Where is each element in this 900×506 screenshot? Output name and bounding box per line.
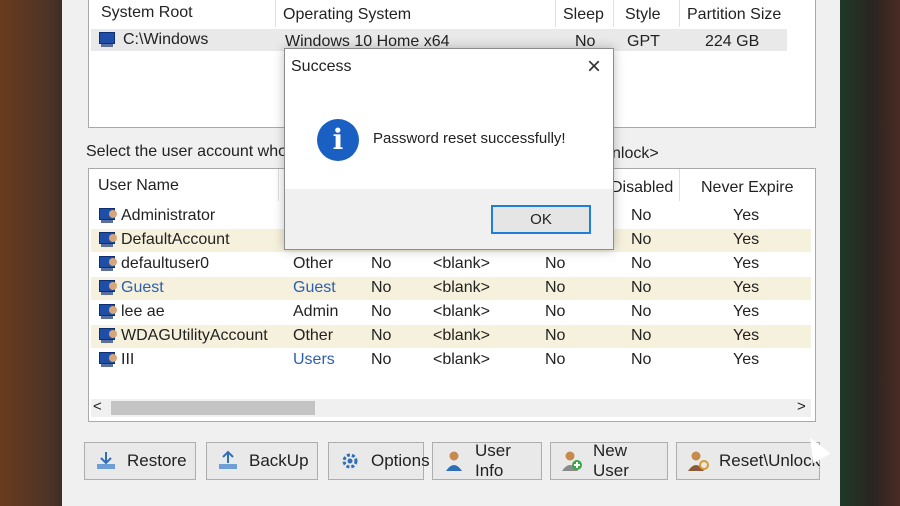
add-user-icon	[561, 450, 583, 472]
disabled-value: No	[631, 279, 652, 296]
disabled-value: No	[631, 303, 652, 320]
style-value: GPT	[627, 33, 660, 50]
gear-icon	[339, 450, 361, 472]
header-disabled[interactable]: Disabled	[611, 179, 673, 197]
new-user-label: New User	[593, 441, 629, 480]
col4-value: <blank>	[433, 303, 490, 320]
user-icon	[99, 327, 119, 345]
user-name: III	[121, 351, 135, 368]
user-info-icon	[443, 450, 465, 472]
user-name: Guest	[121, 279, 164, 296]
user-icon	[99, 279, 119, 297]
user-info-label: User Info	[475, 441, 511, 480]
disabled-value: No	[631, 255, 652, 272]
col3-value: No	[371, 303, 392, 320]
windows-icon	[99, 31, 119, 49]
user-name: WDAGUtilityAccount	[121, 327, 268, 344]
col3-value: No	[371, 351, 392, 368]
account-type: Admin	[293, 303, 339, 320]
user-name: defaultuser0	[121, 255, 210, 272]
header-operating-system[interactable]: Operating System	[283, 6, 411, 24]
never-expire-value: Yes	[733, 303, 760, 320]
col5-value: No	[545, 303, 566, 320]
col3-value: No	[371, 279, 392, 296]
col4-value: <blank>	[433, 327, 490, 344]
success-dialog: Success × i Password reset successfully!…	[284, 48, 614, 250]
col4-value: <blank>	[433, 255, 490, 272]
table-row[interactable]: defaultuser0 Other No <blank> No No Yes	[91, 253, 811, 276]
never-expire-value: Yes	[733, 207, 760, 224]
system-root-value: C:\Windows	[123, 31, 209, 48]
account-type: Other	[293, 255, 334, 272]
options-label: Options	[371, 451, 430, 470]
disabled-value: No	[631, 351, 652, 368]
restore-button[interactable]: Restore	[84, 442, 196, 480]
account-type: Users	[293, 351, 335, 368]
options-button[interactable]: Options	[328, 442, 430, 480]
backup-label: BackUp	[249, 451, 309, 470]
close-icon[interactable]: ×	[587, 53, 601, 81]
table-row[interactable]: Guest Guest No <blank> No No Yes	[91, 277, 811, 300]
col5-value: No	[545, 351, 566, 368]
disabled-value: No	[631, 231, 652, 248]
user-name: Administrator	[121, 207, 216, 224]
reset-unlock-icon	[687, 450, 709, 472]
reset-unlock-button[interactable]: Reset\Unlock	[676, 442, 820, 480]
disabled-value: No	[631, 207, 652, 224]
user-icon	[99, 303, 119, 321]
table-row[interactable]: WDAGUtilityAccount Other No <blank> No N…	[91, 325, 811, 348]
header-system-root[interactable]: System Root	[101, 4, 193, 22]
restore-icon	[95, 450, 117, 472]
header-sleep[interactable]: Sleep	[563, 6, 604, 24]
never-expire-value: Yes	[733, 327, 760, 344]
dialog-message: Password reset successfully!	[373, 130, 566, 147]
restore-label: Restore	[127, 451, 187, 470]
col4-value: <blank>	[433, 279, 490, 296]
ok-button[interactable]: OK	[491, 205, 591, 234]
horizontal-scrollbar[interactable]: < >	[91, 398, 811, 417]
user-name: lee ae	[121, 303, 165, 320]
user-icon	[99, 351, 119, 369]
dialog-title: Success	[291, 58, 352, 75]
dialog-footer: OK	[285, 189, 613, 249]
col5-value: No	[545, 255, 566, 272]
reset-unlock-label: Reset\Unlock	[719, 451, 821, 470]
header-partition-size[interactable]: Partition Size	[687, 6, 781, 24]
user-info-button[interactable]: User Info	[432, 441, 542, 480]
header-user-name[interactable]: User Name	[98, 177, 179, 195]
table-row[interactable]: lee ae Admin No <blank> No No Yes	[91, 301, 811, 324]
never-expire-value: Yes	[733, 279, 760, 296]
scroll-right-icon[interactable]: >	[797, 398, 806, 415]
never-expire-value: Yes	[733, 255, 760, 272]
col3-value: No	[371, 327, 392, 344]
col4-value: <blank>	[433, 351, 490, 368]
instruction-text: Select the user account whos	[86, 143, 296, 160]
user-icon	[99, 231, 119, 249]
disabled-value: No	[631, 327, 652, 344]
backup-button[interactable]: BackUp	[206, 442, 318, 480]
col3-value: No	[371, 255, 392, 272]
scrollbar-thumb[interactable]	[111, 401, 315, 415]
user-name: DefaultAccount	[121, 231, 230, 248]
never-expire-value: Yes	[733, 231, 760, 248]
col5-value: No	[545, 327, 566, 344]
info-icon: i	[317, 119, 359, 161]
header-style[interactable]: Style	[625, 6, 661, 24]
user-icon	[99, 255, 119, 273]
col5-value: No	[545, 279, 566, 296]
account-type: Guest	[293, 279, 336, 296]
account-type: Other	[293, 327, 334, 344]
table-row[interactable]: III Users No <blank> No No Yes	[91, 349, 811, 372]
scroll-left-icon[interactable]: <	[93, 398, 102, 415]
new-user-button[interactable]: New User	[550, 441, 668, 480]
backup-icon	[217, 450, 239, 472]
instruction-text-tail: nlock>	[612, 145, 659, 162]
background-right	[838, 0, 900, 506]
never-expire-value: Yes	[733, 351, 760, 368]
partition-size-value: 224 GB	[705, 33, 760, 50]
user-icon	[99, 207, 119, 225]
header-never-expire[interactable]: Never Expire	[701, 179, 793, 197]
